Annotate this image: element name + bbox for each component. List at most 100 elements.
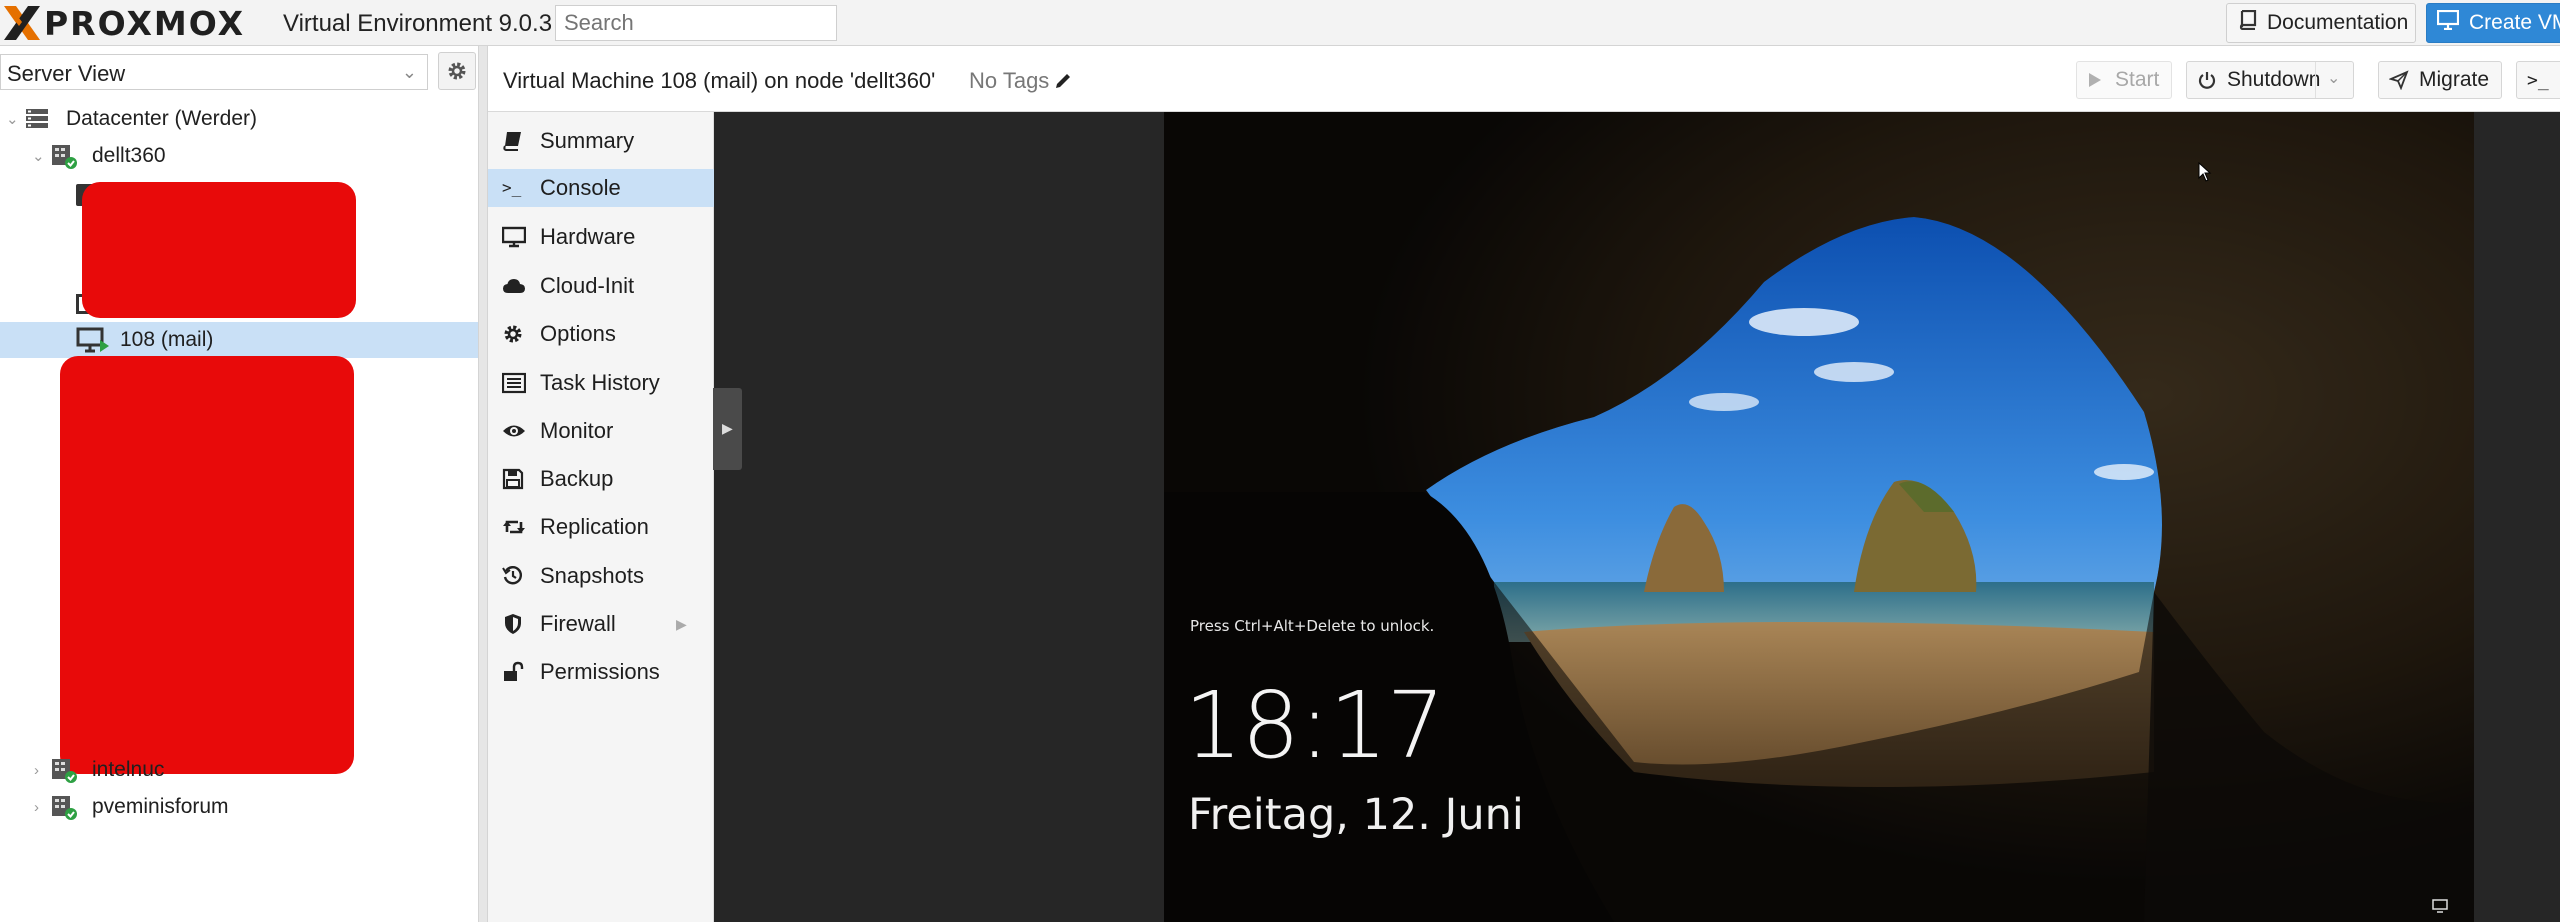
nav-label: Cloud-Init bbox=[540, 273, 635, 298]
view-selector-value: Server View bbox=[7, 61, 126, 86]
nav-snapshots[interactable]: Snapshots bbox=[488, 557, 714, 595]
vm-display-screen[interactable]: Press Ctrl+Alt+Delete to unlock. 18:17 F… bbox=[1164, 112, 2474, 922]
start-label: Start bbox=[2115, 68, 2160, 91]
tree-item-vm-108[interactable]: 108 (mail) bbox=[0, 322, 478, 358]
eye-icon bbox=[502, 420, 526, 442]
nav-firewall[interactable]: Firewall ▶ bbox=[488, 605, 714, 643]
book-icon bbox=[2239, 9, 2257, 36]
terminal-icon: >_ bbox=[2527, 69, 2549, 91]
nav-label: Task History bbox=[540, 370, 660, 395]
tree-item-node[interactable]: › intelnuc bbox=[0, 752, 478, 788]
split-divider bbox=[2315, 62, 2316, 98]
search-input[interactable] bbox=[555, 5, 837, 41]
product-version-title: Virtual Environment 9.0.3 bbox=[283, 10, 553, 37]
view-settings-button[interactable] bbox=[438, 52, 476, 90]
logo-wordmark: PROXMOX bbox=[44, 3, 246, 43]
nav-monitor[interactable]: Monitor bbox=[488, 412, 714, 450]
nav-label: Backup bbox=[540, 466, 614, 491]
retweet-icon bbox=[502, 516, 526, 538]
unlock-hint: Press Ctrl+Alt+Delete to unlock. bbox=[1190, 617, 1435, 635]
nav-options[interactable]: Options bbox=[488, 315, 714, 353]
node-online-icon bbox=[50, 756, 78, 790]
vm-title: Virtual Machine 108 (mail) on node 'dell… bbox=[503, 68, 936, 93]
nav-cloud-init[interactable]: Cloud-Init bbox=[488, 267, 714, 305]
monitor-icon bbox=[2436, 9, 2460, 36]
tree-label: pveminisforum bbox=[92, 795, 229, 818]
cloud-icon bbox=[502, 275, 526, 297]
pencil-icon[interactable] bbox=[1053, 71, 1073, 91]
proxmox-x-icon bbox=[4, 6, 40, 40]
panel-splitter[interactable] bbox=[478, 46, 488, 922]
tags-editor[interactable]: No Tags bbox=[969, 68, 1073, 94]
chevron-right-icon: ▶ bbox=[676, 615, 687, 632]
nav-replication[interactable]: Replication bbox=[488, 508, 714, 546]
server-stack-icon bbox=[24, 107, 50, 137]
shutdown-button[interactable]: Shutdown ⌄ bbox=[2186, 61, 2354, 99]
shutdown-label: Shutdown bbox=[2227, 68, 2321, 91]
nav-label: Snapshots bbox=[540, 563, 644, 588]
tree-item-datacenter[interactable]: ⌄ Datacenter (Werder) bbox=[0, 101, 478, 137]
start-button[interactable]: Start bbox=[2076, 61, 2172, 99]
accessibility-icon[interactable] bbox=[2432, 898, 2450, 914]
gear-icon bbox=[448, 62, 466, 80]
migrate-button[interactable]: Migrate bbox=[2378, 61, 2502, 99]
tree-label: Datacenter (Werder) bbox=[66, 107, 258, 130]
documentation-label: Documentation bbox=[2267, 11, 2409, 34]
unlock-icon bbox=[502, 661, 526, 683]
chevron-down-icon: ⌄ bbox=[401, 62, 417, 82]
lockscreen-date: Freitag, 12. Juni bbox=[1188, 790, 1524, 840]
nav-label: Monitor bbox=[540, 418, 614, 443]
terminal-icon: >_ bbox=[502, 178, 522, 197]
chevron-right-icon[interactable]: › bbox=[34, 799, 39, 816]
nav-label: Hardware bbox=[540, 224, 636, 249]
send-icon bbox=[2389, 70, 2409, 90]
nav-backup[interactable]: Backup bbox=[488, 460, 714, 498]
nav-console[interactable]: >_ Console bbox=[488, 169, 714, 207]
top-bar: PROXMOX Virtual Environment 9.0.3 Docume… bbox=[0, 0, 2560, 46]
list-icon bbox=[501, 372, 527, 394]
tree-label: 108 (mail) bbox=[120, 328, 214, 351]
nav-label: Console bbox=[540, 175, 621, 200]
vm-running-icon bbox=[76, 326, 112, 360]
tree-label: dellt360 bbox=[92, 144, 166, 167]
nav-label: Replication bbox=[540, 514, 649, 539]
documentation-button[interactable]: Documentation bbox=[2226, 3, 2416, 43]
nav-label: Permissions bbox=[540, 659, 660, 684]
node-online-icon bbox=[50, 142, 78, 176]
tree-item-node[interactable]: ⌄ dellt360 bbox=[0, 138, 478, 174]
resource-tree-panel: Server View ⌄ ⌄ Datacenter (Werder) ⌄ de… bbox=[0, 46, 478, 922]
nav-permissions[interactable]: Permissions bbox=[488, 653, 714, 691]
book-icon bbox=[502, 130, 526, 152]
create-vm-button[interactable]: Create VM bbox=[2426, 3, 2560, 43]
nav-hardware[interactable]: Hardware bbox=[488, 218, 714, 256]
floppy-icon bbox=[502, 468, 526, 490]
play-icon bbox=[2089, 73, 2101, 87]
nav-summary[interactable]: Summary bbox=[488, 122, 714, 160]
gear-icon bbox=[502, 323, 526, 345]
redaction-block bbox=[60, 356, 354, 774]
content-header: Virtual Machine 108 (mail) on node 'dell… bbox=[488, 46, 2560, 112]
view-selector[interactable]: Server View ⌄ bbox=[0, 54, 428, 90]
nav-label: Firewall bbox=[540, 611, 616, 636]
node-online-icon bbox=[50, 793, 78, 827]
nav-task-history[interactable]: Task History bbox=[488, 364, 714, 402]
proxmox-logo[interactable]: PROXMOX bbox=[2, 3, 246, 43]
chevron-down-icon[interactable]: ⌄ bbox=[2327, 68, 2340, 88]
vm-subnav: Summary >_ Console Hardware Cloud-Init O… bbox=[488, 112, 714, 922]
power-icon bbox=[2198, 72, 2216, 89]
tags-label: No Tags bbox=[969, 68, 1050, 93]
monitor-icon bbox=[501, 226, 527, 248]
tree-item-node[interactable]: › pveminisforum bbox=[0, 789, 478, 825]
create-vm-label: Create VM bbox=[2469, 11, 2560, 34]
nav-label: Options bbox=[540, 321, 616, 346]
chevron-down-icon[interactable]: ⌄ bbox=[6, 110, 19, 128]
nav-label: Summary bbox=[540, 128, 635, 153]
console-sidebar-toggle[interactable]: ▶ bbox=[713, 388, 742, 470]
chevron-right-icon[interactable]: › bbox=[34, 762, 39, 779]
tree-label: intelnuc bbox=[92, 758, 165, 781]
console-button[interactable]: >_ bbox=[2516, 61, 2560, 99]
migrate-label: Migrate bbox=[2419, 68, 2490, 91]
history-icon bbox=[502, 565, 526, 587]
shield-icon bbox=[502, 613, 526, 635]
chevron-down-icon[interactable]: ⌄ bbox=[32, 147, 45, 165]
